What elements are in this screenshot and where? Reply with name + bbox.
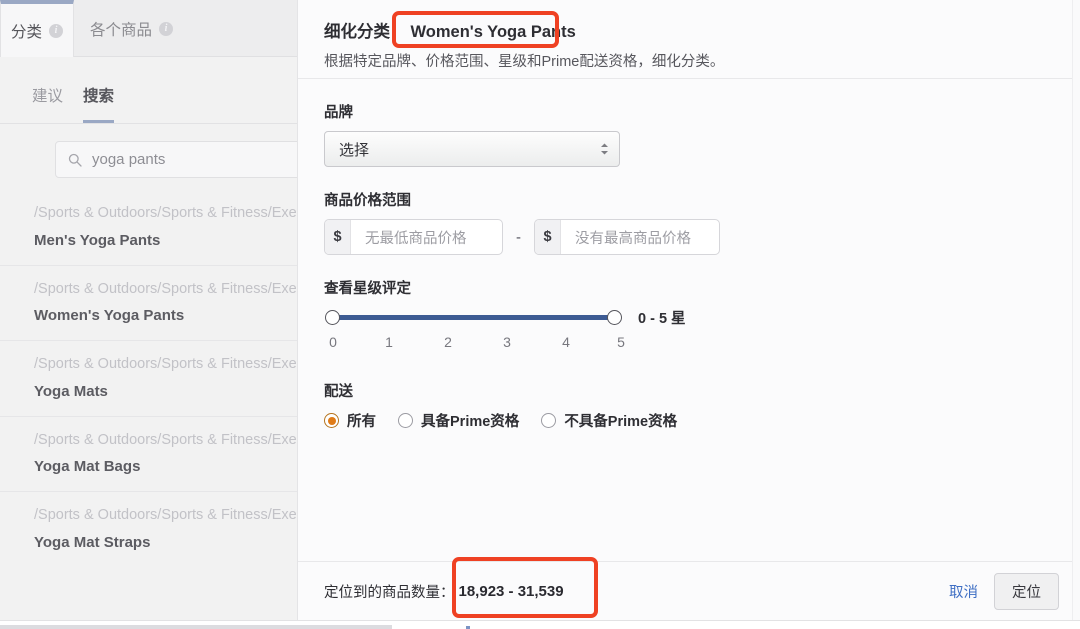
category-path: /Sports & Outdoors/Sports & Fitness/Exe [34,280,297,300]
currency-symbol: $ [535,220,561,254]
panel-header: 细化分类：Women's Yoga Pants 根据特定品牌、价格范围、星级和P… [298,0,1080,79]
tick-label: 1 [385,334,393,350]
category-name: Men's Yoga Pants [34,232,297,250]
radio-option-all-label: 所有 [347,410,376,431]
list-item[interactable]: /Sports & Outdoors/Sports & Fitness/Exe … [0,266,297,342]
refine-category-panel: 细化分类：Women's Yoga Pants 根据特定品牌、价格范围、星级和P… [297,0,1080,620]
targeted-count-label: 定位到的商品数量： [324,581,455,602]
subtab-suggestions[interactable]: 建议 [32,75,63,123]
brand-label: 品牌 [324,101,1054,122]
rating-group: 查看星级评定 0 - 5 星 0 1 2 3 4 5 [324,277,1054,354]
tab-individual-products-label: 各个商品 [90,18,152,40]
info-icon[interactable]: i [159,22,173,36]
radio-option-not-prime-eligible-label: 不具备Prime资格 [564,410,677,431]
radio-icon[interactable] [541,413,556,428]
apply-button[interactable]: 定位 [994,573,1059,610]
category-browser-panel: 分类 i 各个商品 i 建议 搜索 yoga pants [0,0,297,620]
search-input[interactable]: yoga pants [55,141,297,178]
list-item[interactable]: /Sports & Outdoors/Sports & Fitness/Exe … [0,341,297,417]
rating-slider-row: 0 - 5 星 [324,307,1054,328]
brand-select[interactable]: 选择 [324,131,620,167]
panel-subtitle: 根据特定品牌、价格范围、星级和Prime配送资格，细化分类。 [324,50,1054,71]
page-title-label: 细化分类： [324,23,407,41]
rating-slider[interactable] [325,308,622,328]
price-range-label: 商品价格范围 [324,189,1054,210]
search-icon [68,153,82,167]
tick-label: 4 [562,334,570,350]
shipping-radio-group: 所有 具备Prime资格 不具备Prime资格 [324,410,1054,431]
rating-tick-labels: 0 1 2 3 4 5 [325,334,636,354]
chevron-updown-icon [600,143,609,155]
category-path: /Sports & Outdoors/Sports & Fitness/Exe [34,431,297,451]
list-item[interactable]: /Sports & Outdoors/Sports & Fitness/Exe … [0,492,297,567]
currency-symbol: $ [325,220,351,254]
cancel-button[interactable]: 取消 [949,581,978,602]
footer-actions: 取消 定位 [949,573,1059,610]
category-path: /Sports & Outdoors/Sports & Fitness/Exe [34,204,297,224]
brand-group: 品牌 选择 [324,101,1054,167]
list-item[interactable]: /Sports & Outdoors/Sports & Fitness/Exe … [0,417,297,493]
shipping-label: 配送 [324,380,1054,401]
bottom-scrollbar[interactable] [0,625,392,629]
slider-handle-max[interactable] [607,310,622,325]
radio-option-not-prime-eligible[interactable]: 不具备Prime资格 [541,410,677,431]
max-price-field[interactable]: $ 没有最高商品价格 [534,219,720,255]
info-icon[interactable]: i [49,24,63,38]
search-input-value: yoga pants [92,151,165,168]
targeted-count-value: 18,923 - 31,539 [459,583,564,600]
radio-icon[interactable] [324,413,339,428]
slider-handle-min[interactable] [325,310,340,325]
panel-footer: 定位到的商品数量： 18,923 - 31,539 取消 定位 [298,561,1080,620]
panel-right-edge [1072,0,1080,620]
radio-icon[interactable] [398,413,413,428]
rating-value-text: 0 - 5 星 [638,307,686,328]
tab-individual-products[interactable]: 各个商品 i [74,0,189,57]
category-path: /Sports & Outdoors/Sports & Fitness/Exe [34,355,297,375]
tab-categories[interactable]: 分类 i [0,0,74,57]
page-title-value: Women's Yoga Pants [411,23,576,41]
rating-label: 查看星级评定 [324,277,1054,298]
price-range-separator: - [516,229,521,246]
radio-option-prime-eligible-label: 具备Prime资格 [421,410,519,431]
subtab-search[interactable]: 搜索 [83,75,114,123]
category-result-list: /Sports & Outdoors/Sports & Fitness/Exe … [0,190,297,567]
sub-tab-bar: 建议 搜索 [0,75,297,124]
min-price-field[interactable]: $ 无最低商品价格 [324,219,503,255]
tab-categories-label: 分类 [11,20,42,42]
search-field-wrapper: yoga pants [55,141,297,178]
category-name: Yoga Mat Bags [34,458,297,476]
tick-label: 0 [329,334,337,350]
price-range-row: $ 无最低商品价格 - $ 没有最高商品价格 [324,219,1054,255]
tick-label: 2 [444,334,452,350]
top-tab-bar: 分类 i 各个商品 i [0,0,297,57]
brand-select-value: 选择 [339,139,369,160]
page-title: 细化分类：Women's Yoga Pants [324,18,1054,42]
tick-label: 5 [617,334,625,350]
app-root: 分类 i 各个商品 i 建议 搜索 yoga pants [0,0,1080,629]
category-path: /Sports & Outdoors/Sports & Fitness/Exe [34,506,297,526]
category-name: Yoga Mat Straps [34,534,297,552]
max-price-placeholder: 没有最高商品价格 [561,220,705,254]
panel-body: 品牌 选择 商品价格范围 $ 无最低商品价格 [298,79,1080,549]
category-name: Yoga Mats [34,383,297,401]
price-range-group: 商品价格范围 $ 无最低商品价格 - $ 没有最高商品价格 [324,189,1054,255]
list-item[interactable]: /Sports & Outdoors/Sports & Fitness/Exe … [0,190,297,266]
min-price-placeholder: 无最低商品价格 [351,220,481,254]
radio-option-all[interactable]: 所有 [324,410,376,431]
tick-label: 3 [503,334,511,350]
shipping-group: 配送 所有 具备Prime资格 不具备Prime资格 [324,380,1054,431]
slider-track [332,315,615,320]
category-name: Women's Yoga Pants [34,307,297,325]
radio-option-prime-eligible[interactable]: 具备Prime资格 [398,410,519,431]
